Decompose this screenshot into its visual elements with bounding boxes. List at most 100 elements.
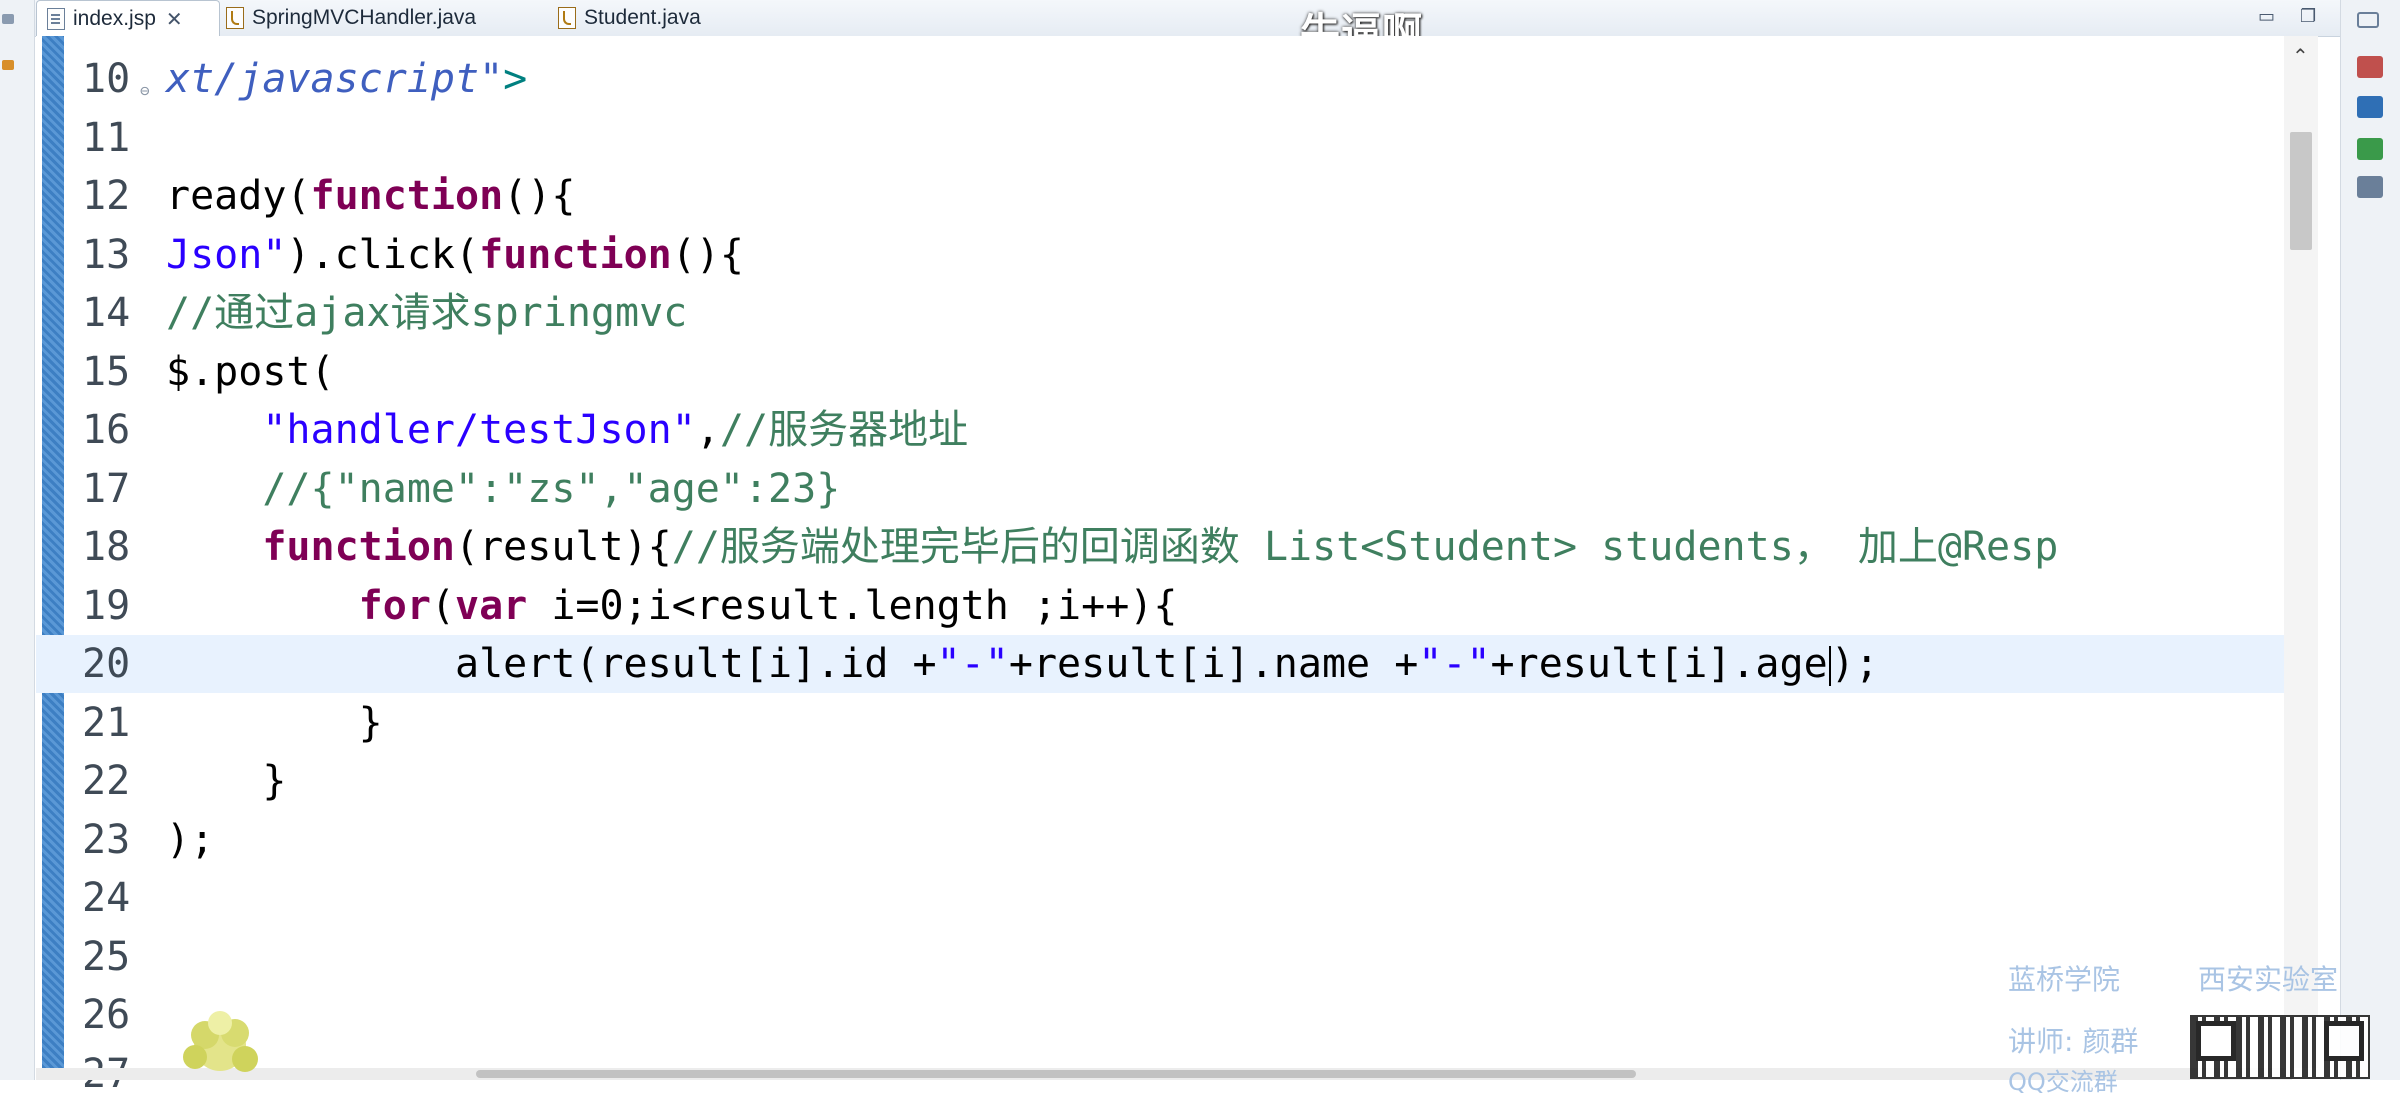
code-token: (	[430, 582, 455, 629]
code-line[interactable]: 11	[36, 109, 2292, 167]
code-token: $.post(	[166, 348, 335, 395]
code-text: }	[166, 694, 383, 752]
minimize-icon[interactable]: ▭	[2258, 6, 2275, 27]
code-line[interactable]: 14 //通过ajax请求springmvc	[36, 284, 2292, 342]
code-token: }	[166, 699, 383, 746]
line-number: 17	[82, 465, 131, 512]
code-text: for(var i=0;i<result.length ;i++){	[166, 577, 1178, 635]
code-line[interactable]: 13 Json").click(function(){	[36, 226, 2292, 284]
tab-index-jsp[interactable]: index.jsp ✕	[36, 0, 220, 37]
restore-icon[interactable]	[2, 14, 14, 24]
right-trim-bar	[2340, 0, 2400, 1080]
code-token: "-"	[1418, 641, 1491, 687]
code-line[interactable]: 22 }	[36, 752, 2292, 810]
code-token: xt/javascript"	[166, 56, 504, 102]
line-number: 26	[82, 992, 131, 1038]
code-token: i=0;i<result.length ;i++){	[527, 582, 1178, 629]
scroll-up-icon[interactable]: ⌃	[2292, 44, 2309, 69]
code-editor[interactable]: 10 ⊖ xt/javascript"> 11 12 ready(function(){1…	[36, 36, 2292, 1097]
jsp-file-icon	[47, 8, 65, 30]
close-icon[interactable]: ✕	[166, 7, 183, 32]
code-line[interactable]: 20 alert(result[i].id +"-"+result[i].nam…	[36, 635, 2292, 693]
code-line[interactable]: 24	[36, 869, 2292, 927]
teacher-watermark: 讲师: 颜群	[2008, 1025, 2139, 1058]
tab-student-java[interactable]: Student.java	[548, 0, 758, 36]
qr-code	[2190, 1015, 2370, 1079]
code-token: (result){	[454, 524, 672, 570]
code-token: (){	[503, 173, 576, 219]
code-line[interactable]: 18 function(result){//服务端处理完毕后的回调函数 List…	[36, 518, 2292, 576]
code-token: ,	[695, 407, 720, 453]
code-token: "handler/testJson"	[262, 407, 696, 453]
flower-decoration	[183, 1011, 258, 1072]
code-token: );	[166, 816, 215, 863]
code-token: +result[i].name +	[1008, 641, 1419, 687]
left-trim-bar	[0, 0, 35, 1080]
code-token: "-"	[936, 641, 1009, 687]
code-line[interactable]: 16 "handler/testJson",//服务器地址	[36, 401, 2292, 459]
java-file-icon	[558, 7, 576, 29]
code-token: >	[503, 56, 528, 102]
code-text: //{"name":"zs","age":23}	[166, 460, 840, 518]
code-line[interactable]: 21 }	[36, 694, 2292, 752]
line-number: 22	[82, 758, 131, 804]
line-number: 19	[82, 582, 131, 629]
line-number: 24	[82, 875, 131, 921]
properties-icon[interactable]	[2357, 176, 2383, 198]
code-line[interactable]: 10 ⊖ xt/javascript">	[36, 50, 2292, 108]
scrollbar-thumb[interactable]	[2290, 132, 2312, 250]
line-number: 14	[82, 290, 131, 336]
code-token: //服务器地址	[719, 407, 969, 453]
line-number: 16	[82, 407, 131, 453]
code-text: "handler/testJson",//服务器地址	[166, 401, 968, 459]
code-line[interactable]: 12 ready(function(){	[36, 167, 2292, 225]
line-number: 23	[82, 816, 131, 863]
line-number: 20	[82, 641, 131, 687]
code-line[interactable]: 17 //{"name":"zs","age":23}	[36, 460, 2292, 518]
line-number: 10	[82, 56, 131, 102]
code-token: );	[1830, 641, 1879, 687]
line-number: 12	[82, 173, 131, 219]
tab-label: SpringMVCHandler.java	[252, 6, 477, 29]
java-file-icon	[226, 7, 244, 29]
code-token: Json"	[166, 231, 287, 278]
view-icon[interactable]	[2, 60, 14, 70]
tab-label: index.jsp	[73, 7, 156, 30]
line-number: 11	[82, 114, 131, 161]
code-token: var	[455, 582, 528, 629]
code-line[interactable]: 23);	[36, 811, 2292, 869]
outline-icon[interactable]	[2357, 56, 2383, 78]
tab-springmvchandler-java[interactable]: SpringMVCHandler.java	[216, 0, 546, 36]
code-token: function	[310, 173, 504, 219]
servers-icon[interactable]	[2357, 138, 2383, 160]
code-token: (){	[671, 231, 744, 278]
code-line[interactable]: 19 for(var i=0;i<result.length ;i++){	[36, 577, 2292, 635]
line-number: 13	[82, 231, 131, 278]
code-token: //服务端处理完毕后的回调函数 List<Student> students， …	[671, 524, 2059, 570]
code-text: $.post(	[166, 343, 335, 401]
line-number: 25	[82, 933, 131, 980]
editor-tab-bar: index.jsp ✕ SpringMVCHandler.java Studen…	[0, 0, 2400, 37]
console-icon[interactable]	[2357, 96, 2383, 118]
code-token: alert(result[i].id +	[166, 641, 937, 687]
code-token: ).click(	[286, 231, 480, 278]
scrollbar-thumb[interactable]	[476, 1070, 1636, 1078]
line-number: 15	[82, 348, 131, 395]
horizontal-scrollbar[interactable]	[36, 1068, 2292, 1080]
code-line[interactable]: 15 $.post(	[36, 343, 2292, 401]
code-line[interactable]: 26	[36, 986, 2292, 1044]
maximize-icon[interactable]: ❐	[2300, 6, 2316, 27]
code-token: +result[i].age	[1490, 641, 1828, 687]
code-token: //{"name":"zs","age":23}	[262, 465, 841, 512]
vertical-scrollbar[interactable]: ⌃	[2284, 36, 2318, 1068]
code-token: for	[358, 582, 431, 629]
line-number: 21	[82, 699, 131, 746]
code-token: function	[479, 231, 672, 278]
lab-watermark: 西安实验室	[2198, 963, 2339, 996]
code-text: }	[166, 752, 286, 810]
code-line[interactable]: 25	[36, 928, 2292, 986]
restore-icon[interactable]	[2357, 12, 2379, 28]
